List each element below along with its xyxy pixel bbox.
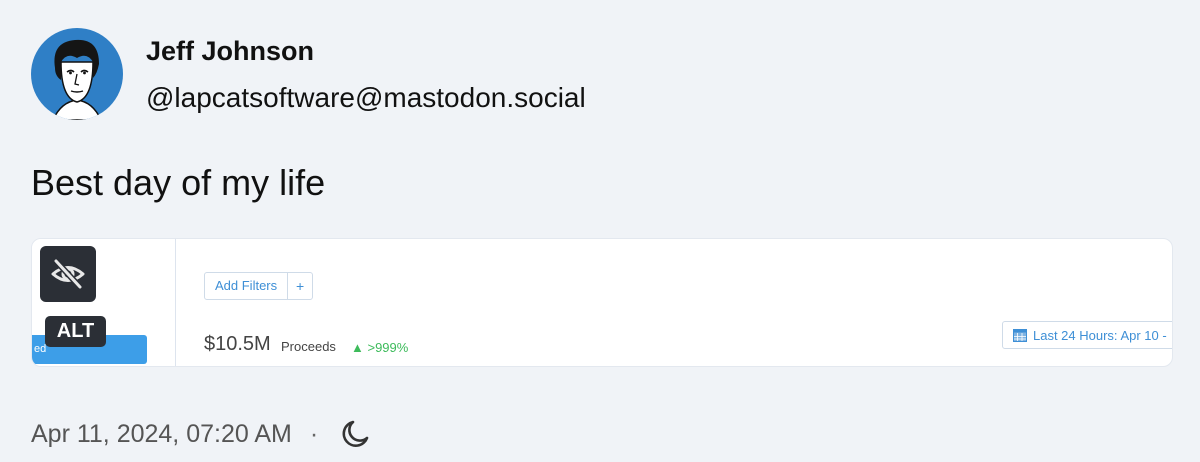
eye-slash-icon [51, 258, 85, 290]
post-meta: Apr 11, 2024, 07:20 AM · [31, 417, 372, 451]
post-text: Best day of my life [31, 162, 326, 203]
sidebar-selected-text: ed [34, 343, 47, 355]
meta-separator: · [309, 419, 319, 448]
media-attachment[interactable]: S ed Add Filters + $10.5M Proceeds ▲ >99… [31, 238, 1173, 367]
proceeds-value: $10.5M [204, 333, 271, 355]
hide-media-button[interactable] [40, 246, 96, 302]
alt-text-button[interactable]: ALT [45, 316, 106, 347]
avatar-portrait [52, 39, 102, 120]
calendar-icon [1013, 329, 1027, 342]
moon-icon [342, 420, 369, 447]
add-filters-control: Add Filters + [204, 272, 314, 300]
add-filter-plus: + [296, 278, 305, 294]
proceeds-change: ▲ >999% [351, 340, 409, 355]
author-handle[interactable]: @lapcatsoftware@mastodon.social [146, 82, 586, 114]
add-filters-label: Add Filters [205, 273, 289, 299]
post-timestamp[interactable]: Apr 11, 2024, 07:20 AM [31, 420, 292, 449]
avatar[interactable] [31, 28, 123, 120]
author-name[interactable]: Jeff Johnson [146, 36, 314, 67]
proceeds-label: Proceeds [281, 339, 336, 354]
date-range-picker: Last 24 Hours: Apr 10 - [1002, 321, 1172, 349]
date-range-label: Last 24 Hours: Apr 10 - [1033, 327, 1167, 343]
